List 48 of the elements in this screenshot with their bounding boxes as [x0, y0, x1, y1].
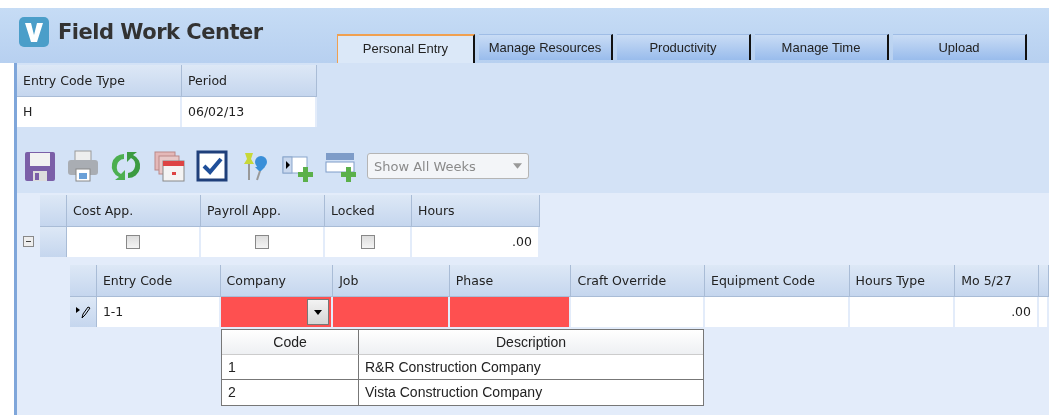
- caret-icon: [513, 163, 522, 169]
- field-value: H: [17, 97, 182, 127]
- list-option[interactable]: 1: [222, 355, 359, 380]
- column-header: Mo 5/27: [955, 265, 1039, 297]
- save-icon[interactable]: [23, 149, 57, 183]
- checkbox[interactable]: [126, 235, 140, 249]
- caret-icon: [314, 309, 323, 315]
- table-cell: .00: [955, 297, 1039, 327]
- logo-icon: [18, 15, 50, 48]
- column-header: Hours Type: [849, 265, 956, 297]
- collapse-toggle[interactable]: [23, 236, 34, 247]
- column-header: Job: [333, 265, 450, 297]
- column-header: Entry Code Type: [17, 65, 182, 97]
- list-option[interactable]: 2: [222, 380, 359, 405]
- column-header: Entry Code: [96, 265, 221, 297]
- grid-corner: [70, 265, 97, 297]
- list-option[interactable]: Vista Construction Company: [359, 380, 703, 405]
- column-header: Craft Override: [571, 265, 706, 297]
- column-header: Payroll App.: [201, 195, 325, 227]
- printer-icon[interactable]: [66, 149, 100, 183]
- column-header: [1039, 265, 1049, 297]
- list-option[interactable]: R&R Construction Company: [359, 355, 703, 380]
- column-header: Phase: [449, 265, 572, 297]
- field-value: 06/02/13: [182, 97, 317, 127]
- table-cell: .00: [412, 227, 540, 257]
- column-header: Cost App.: [67, 195, 201, 227]
- column-header: Equipment Code: [705, 265, 850, 297]
- column-header: Period: [182, 65, 317, 97]
- grid-corner: [40, 195, 67, 227]
- column-header: Code: [222, 330, 359, 355]
- checkbox[interactable]: [360, 235, 375, 249]
- tab[interactable]: Manage Time: [755, 34, 889, 60]
- app-title: Field Work Center: [58, 19, 263, 44]
- column-header: Hours: [412, 195, 540, 227]
- company-combo-field[interactable]: [220, 297, 334, 327]
- tab[interactable]: Productivity: [617, 34, 751, 60]
- checkbox[interactable]: [255, 235, 269, 249]
- column-header: Locked: [325, 195, 412, 227]
- checkbox-icon[interactable]: [195, 149, 229, 183]
- column-header: Company: [220, 265, 334, 297]
- row-header[interactable]: [70, 297, 97, 327]
- calendar-icon[interactable]: [152, 149, 186, 183]
- refresh-icon[interactable]: [109, 149, 143, 183]
- tab[interactable]: Personal Entry: [337, 34, 475, 63]
- dropdown-button[interactable]: [307, 299, 330, 325]
- tab[interactable]: Upload: [893, 34, 1027, 60]
- table-cell: 1-1: [96, 297, 221, 327]
- tab[interactable]: Manage Resources: [479, 34, 613, 60]
